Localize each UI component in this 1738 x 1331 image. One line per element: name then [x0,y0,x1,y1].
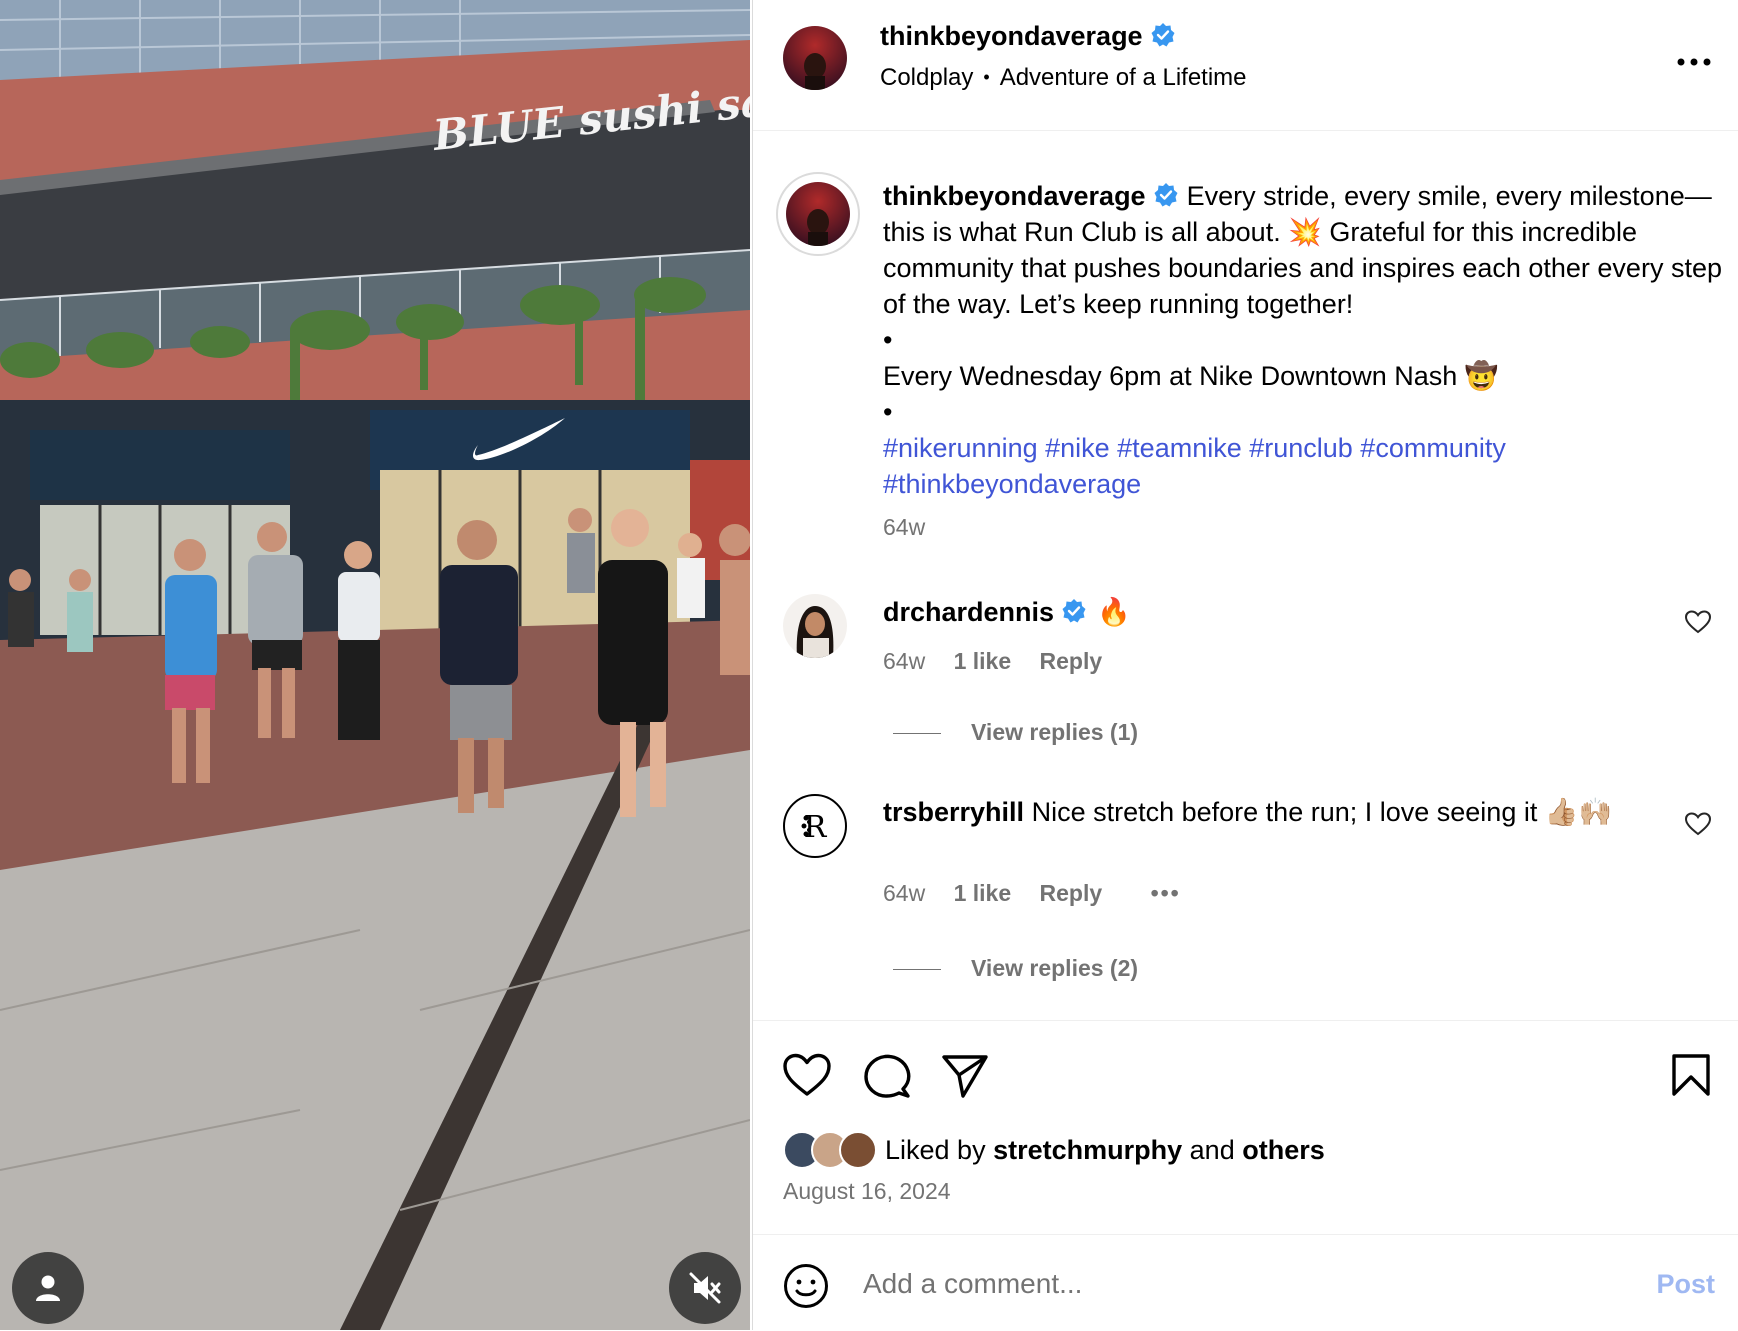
view-replies-button[interactable]: View replies (1) [893,719,1138,746]
verified-badge-icon [1062,599,1086,623]
heart-outline-icon [783,1053,831,1096]
liked-by-username[interactable]: stretchmurphy [993,1135,1182,1165]
replies-divider-line [893,733,941,735]
tagged-users-button[interactable] [12,1252,84,1324]
comment-timestamp[interactable]: 64w [883,880,925,906]
post-caption: thinkbeyondaverage Every stride, every sm… [883,178,1723,502]
commenter-avatar[interactable] [783,594,847,658]
more-horizontal-icon [1677,58,1711,66]
separator-dot: • [983,67,990,87]
comment-bubble-icon [864,1054,911,1098]
comment-input[interactable] [861,1259,1585,1309]
comment-button[interactable] [863,1053,911,1104]
likes-text: Liked by stretchmurphy and others [885,1135,1325,1166]
smiley-face-icon [784,1264,828,1308]
svg-text:R: R [804,810,828,845]
heart-outline-icon [1684,812,1712,836]
comment-text: 🔥 [1097,597,1131,627]
post-header: thinkbeyondaverage Coldplay • Adventure of… [753,0,1738,131]
comment-like-count[interactable]: 1 like [954,880,1012,906]
post-comment-button[interactable]: Post [1656,1269,1715,1300]
replies-divider-line [893,969,941,971]
verified-badge-icon [1154,183,1178,207]
audio-attribution[interactable]: Coldplay • Adventure of a Lifetime [880,64,1247,92]
commenter-avatar[interactable]: R [783,794,847,858]
like-button[interactable] [783,1053,831,1102]
muted-speaker-icon [689,1272,721,1304]
caption-username[interactable]: thinkbeyondaverage [883,181,1146,211]
audio-artist[interactable]: Coldplay [880,64,973,91]
user-icon [36,1275,60,1301]
caption-timestamp[interactable]: 64w [883,514,925,541]
caption-bullet: • [883,325,893,355]
verified-badge-icon [1151,23,1175,47]
comment-more-options-button[interactable]: ••• [1151,880,1181,906]
heart-outline-icon [1684,610,1712,634]
post-video[interactable]: BLUE sushi sake grill [0,0,750,1330]
comment-like-count[interactable]: 1 like [954,648,1012,674]
save-button[interactable] [1671,1053,1711,1102]
caption-bullet: • [883,397,893,427]
paper-plane-icon [942,1055,988,1098]
comment-timestamp[interactable]: 64w [883,648,925,674]
view-replies-label[interactable]: View replies (1) [971,719,1138,745]
emoji-picker-button[interactable] [783,1263,829,1314]
comment-like-button[interactable] [1684,812,1712,841]
author-avatar[interactable] [783,26,847,90]
view-replies-label[interactable]: View replies (2) [971,955,1138,981]
audio-track[interactable]: Adventure of a Lifetime [1000,64,1247,91]
comment-like-button[interactable] [1684,610,1712,639]
add-comment-bar: Post [753,1234,1738,1331]
comment-reply-button[interactable]: Reply [1040,648,1103,674]
commenter-username[interactable]: trsberryhill [883,797,1024,827]
caption-schedule: Every Wednesday 6pm at Nike Downtown Nas… [883,361,1499,391]
post-actions: Liked by stretchmurphy and others August… [753,1020,1738,1221]
more-options-button[interactable] [1677,40,1711,74]
video-frame: BLUE sushi sake grill [0,0,750,1330]
liked-by-and: and [1189,1134,1235,1165]
caption-author-avatar[interactable] [776,172,860,256]
liked-by-prefix: Liked by [885,1134,986,1165]
commenter-username[interactable]: drchardennis [883,597,1054,627]
view-replies-button[interactable]: View replies (2) [893,955,1138,982]
bookmark-icon [1672,1054,1710,1096]
liked-by-others[interactable]: others [1242,1135,1325,1165]
likes-summary[interactable]: Liked by stretchmurphy and others [783,1131,1325,1169]
liker-avatar [839,1131,877,1169]
share-button[interactable] [941,1053,989,1104]
post-date[interactable]: August 16, 2024 [783,1178,951,1205]
mute-toggle-button[interactable] [669,1252,741,1324]
post-details-panel: thinkbeyondaverage Coldplay • Adventure of… [752,0,1738,1330]
caption-hashtags[interactable]: #nikerunning #nike #teamnike #runclub #c… [883,430,1723,502]
comment-text: Nice stretch before the run; I love seei… [1031,797,1613,827]
comment-reply-button[interactable]: Reply [1040,880,1103,906]
author-username[interactable]: thinkbeyondaverage [880,21,1143,51]
